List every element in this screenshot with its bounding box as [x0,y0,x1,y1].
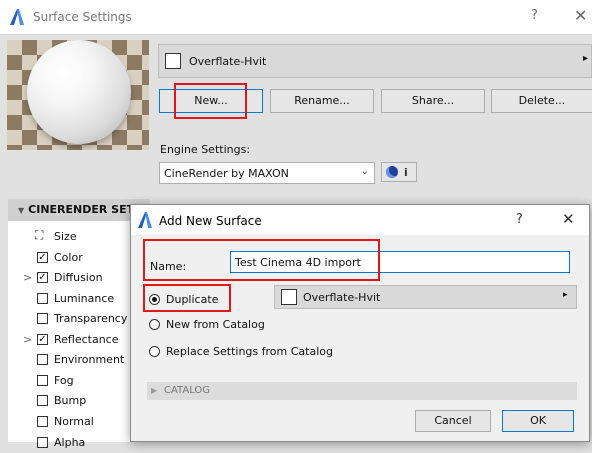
surface-selector[interactable]: Overflate-Hvit ▸ [158,44,592,78]
list-item-label: Size [54,230,77,243]
replace-settings-radio[interactable] [149,346,160,357]
dialog-titlebar: Add New Surface ? ✕ [131,205,589,235]
help-button[interactable]: ? [531,8,538,23]
list-item-label: Normal [54,415,94,428]
diffusion-checkbox[interactable]: ✓ [37,272,48,283]
replace-settings-label: Replace Settings from Catalog [166,345,333,358]
list-item-size[interactable]: ⛶ Size [8,227,150,247]
list-item-luminance[interactable]: Luminance [8,289,150,309]
chevron-right-icon: ▸ [583,53,589,64]
expand-chevron-icon[interactable]: > [23,333,32,346]
surface-color-swatch [165,53,181,69]
rename-button[interactable]: Rename... [270,89,374,113]
surface-preview [7,40,149,150]
dialog-help-button[interactable]: ? [516,212,523,227]
bump-checkbox[interactable] [37,395,48,406]
new-from-catalog-label: New from Catalog [166,318,265,331]
list-item-label: Fog [54,374,74,387]
environment-checkbox[interactable] [37,354,48,365]
list-item-label: Alpha [54,436,86,449]
app-icon [138,212,152,228]
reflectance-checkbox[interactable]: ✓ [37,334,48,345]
cancel-button[interactable]: Cancel [415,410,491,432]
new-from-catalog-radio[interactable] [149,319,160,330]
list-item-label: Color [54,251,83,264]
catalog-section[interactable]: ▶ CATALOG [147,382,577,400]
info-icon: i [404,166,408,179]
list-item-label: Diffusion [54,271,103,284]
expand-chevron-icon[interactable]: > [23,271,32,284]
settings-list: ⛶ Size ✓ Color > ✓ Diffusion Luminance T… [8,221,150,449]
chevron-right-icon: ▸ [563,290,568,300]
alpha-checkbox[interactable] [37,437,48,448]
luminance-checkbox[interactable] [37,293,48,304]
highlight-frame-name [143,239,380,281]
dialog-close-button[interactable]: ✕ [562,210,575,228]
preview-sphere [27,40,131,144]
window-titlebar: Surface Settings ? ✕ [0,0,592,35]
list-item-diffusion[interactable]: > ✓ Diffusion [8,268,150,288]
add-new-surface-dialog: Add New Surface ? ✕ Name: Test Cinema 4D… [130,204,590,442]
source-surface-selector[interactable]: Overflate-Hvit ▸ [274,285,577,309]
cinerender-settings-header[interactable]: ▼CINERENDER SETTINGS [8,199,150,221]
surface-name: Overflate-Hvit [189,55,267,68]
list-item-label: Transparency [54,312,128,325]
color-checkbox[interactable]: ✓ [37,252,48,263]
cinerender-logo-icon [386,166,398,178]
share-button[interactable]: Share... [381,89,485,113]
list-item-bump[interactable]: Bump [8,391,150,411]
highlight-frame-new [174,83,247,119]
window-title: Surface Settings [33,10,132,24]
engine-settings-label: Engine Settings: [160,143,251,156]
transparency-checkbox[interactable] [37,313,48,324]
option-new-from-catalog[interactable]: New from Catalog [149,317,349,333]
list-item-label: Luminance [54,292,115,305]
dialog-title: Add New Surface [159,214,262,228]
list-item-alpha[interactable]: Alpha [8,433,150,453]
list-item-environment[interactable]: Environment [8,350,150,370]
close-button[interactable]: ✕ [574,6,587,25]
chevron-down-icon: ⌄ [360,166,369,177]
list-item-label: Environment [54,353,125,366]
expand-triangle-icon: ▶ [151,386,158,395]
catalog-label: CATALOG [164,385,211,396]
list-item-color[interactable]: ✓ Color [8,248,150,268]
engine-select-value: CineRender by MAXON [164,167,289,180]
engine-select[interactable]: CineRender by MAXON ⌄ [159,162,375,184]
ok-button[interactable]: OK [502,410,574,432]
list-item-label: Bump [54,394,87,407]
list-item-normal[interactable]: Normal [8,412,150,432]
list-item-label: Reflectance [54,333,119,346]
engine-info-button[interactable]: i [381,162,417,182]
highlight-frame-duplicate [143,284,231,312]
size-icon: ⛶ [35,228,44,242]
source-color-swatch [281,289,297,305]
list-item-fog[interactable]: Fog [8,371,150,391]
list-item-transparency[interactable]: Transparency [8,309,150,329]
list-item-reflectance[interactable]: > ✓ Reflectance [8,330,150,350]
collapse-triangle-icon: ▼ [18,206,25,215]
option-replace-settings[interactable]: Replace Settings from Catalog [149,344,409,360]
normal-checkbox[interactable] [37,416,48,427]
fog-checkbox[interactable] [37,375,48,386]
source-surface-name: Overflate-Hvit [303,291,381,304]
app-icon [10,9,24,25]
delete-button[interactable]: Delete... [491,89,592,113]
